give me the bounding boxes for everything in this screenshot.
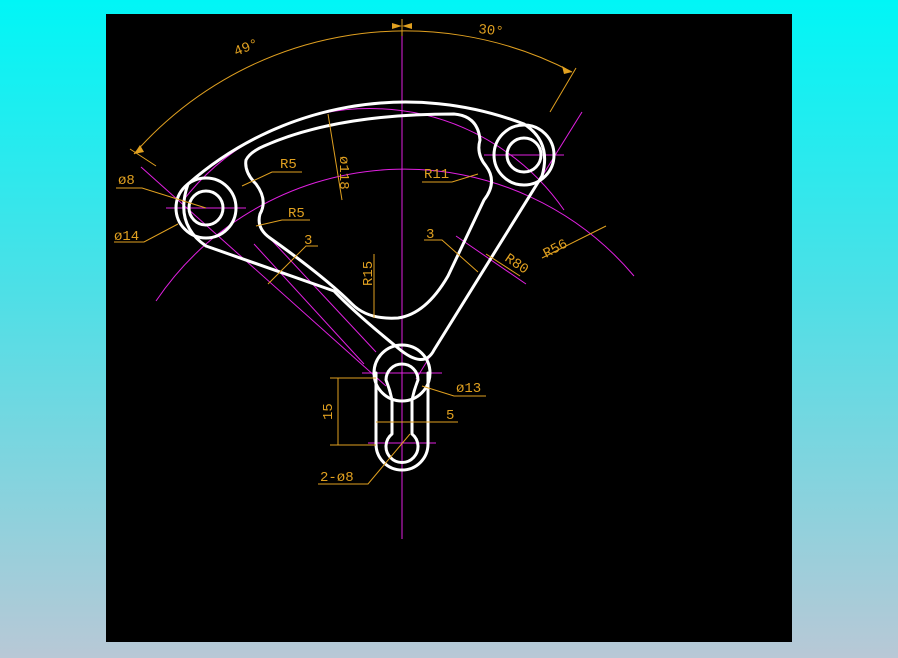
r56-label: R56	[541, 236, 571, 262]
three-left-leader	[267, 245, 318, 285]
angle-right-label: 30°	[477, 22, 504, 41]
two-phi8-label: 2-ø8	[320, 470, 354, 486]
inner-cutout	[244, 112, 493, 320]
angle-arrow-left	[134, 145, 144, 154]
r5-bottom-label: R5	[288, 206, 305, 222]
cad-drawing-canvas: 49° 30° ø8 ø14 R5 R5 ø118 R11 3 3 R15 R8…	[106, 14, 792, 642]
angle-ext-right	[549, 67, 577, 113]
dimension-geometry	[114, 19, 607, 485]
r11-label: R11	[424, 167, 449, 183]
three-left-label: 3	[304, 233, 312, 249]
r15-label: R15	[361, 261, 377, 286]
five-label: 5	[446, 408, 454, 424]
dimension-labels: 49° 30° ø8 ø14 R5 R5 ø118 R11 3 3 R15 R8…	[114, 22, 571, 486]
phi8-label: ø8	[118, 173, 135, 189]
phi118-label: ø118	[335, 156, 351, 190]
three-right-label: 3	[426, 227, 434, 243]
angle-arrow-center-l	[392, 23, 402, 29]
phi13-label: ø13	[456, 381, 481, 397]
angle-arrow-center-r	[402, 23, 412, 29]
angle-arrow-right	[562, 66, 572, 74]
cad-drawing: 49° 30° ø8 ø14 R5 R5 ø118 R11 3 3 R15 R8…	[114, 19, 635, 539]
angle-dim-arc	[133, 30, 573, 155]
r5-top-label: R5	[280, 157, 297, 173]
r80-label: R80	[501, 251, 531, 278]
phi14-label: ø14	[114, 229, 139, 245]
angle-left-label: 49°	[232, 36, 261, 60]
outer-outline	[182, 100, 547, 361]
fifteen-label: 15	[321, 403, 337, 420]
